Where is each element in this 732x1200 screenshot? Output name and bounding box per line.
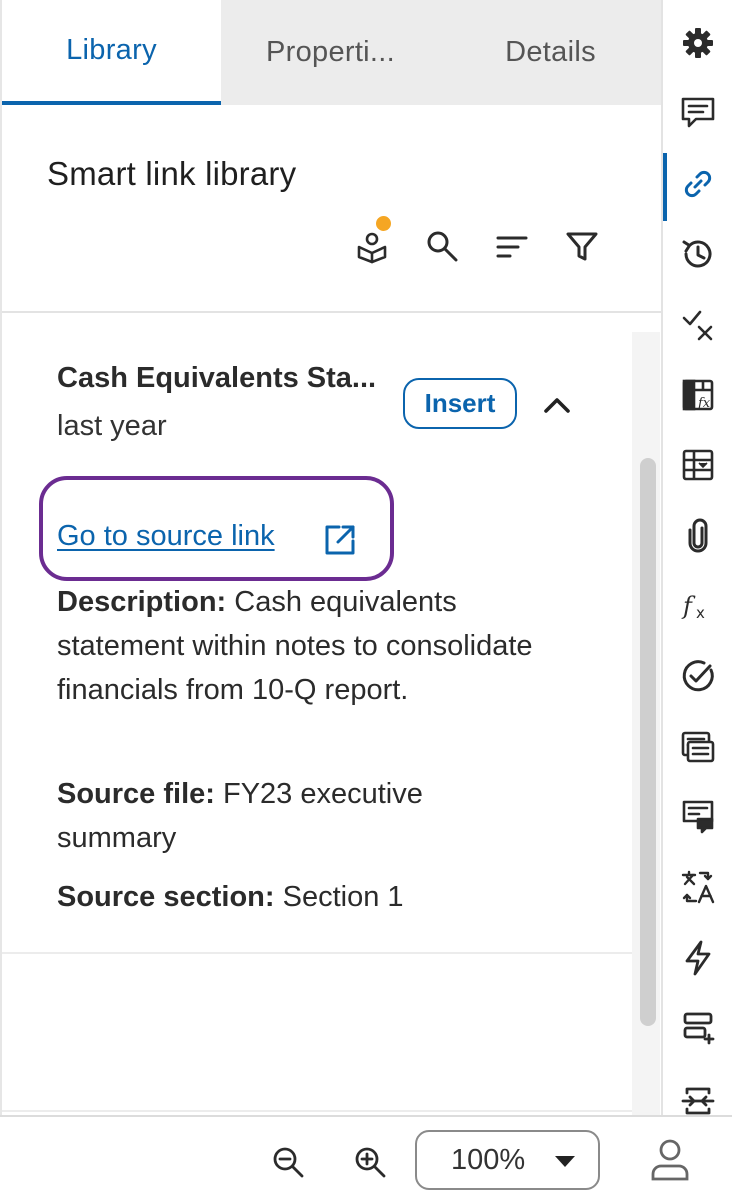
source-section-paragraph: Source section: Section 1 <box>57 875 577 919</box>
sort-button[interactable] <box>492 226 532 266</box>
header-divider <box>2 311 661 313</box>
tab-details[interactable]: Details <box>440 0 661 105</box>
check-cross-icon <box>681 307 715 341</box>
zoom-level-select[interactable]: 100% <box>415 1130 600 1190</box>
source-file-label: Source file: <box>57 778 215 810</box>
library-notification-button[interactable] <box>352 216 392 266</box>
source-file-paragraph: Source file: FY23 executive summary <box>57 772 477 860</box>
rail-settings-button[interactable] <box>663 10 732 76</box>
rail-table-formula-button[interactable]: fx <box>663 362 732 428</box>
smart-link-subtitle: last year <box>57 410 167 442</box>
insert-row-icon <box>681 1011 715 1045</box>
tab-details-label: Details <box>505 36 596 68</box>
tab-library[interactable]: Library <box>2 0 221 105</box>
filter-button[interactable] <box>562 226 602 266</box>
go-to-source-link[interactable]: Go to source link <box>57 520 275 553</box>
item-divider <box>2 952 632 954</box>
svg-text:x: x <box>696 604 705 622</box>
source-section-label: Source section: <box>57 881 275 913</box>
rail-formula-button[interactable]: f x <box>663 573 732 639</box>
rail-history-button[interactable] <box>663 221 732 287</box>
library-notification-icon <box>354 228 390 264</box>
external-link-button[interactable] <box>323 523 357 557</box>
sort-icon <box>494 228 530 264</box>
formula-icon: f x <box>680 589 716 623</box>
rail-smart-link-button[interactable] <box>663 151 732 221</box>
zoom-in-button[interactable] <box>350 1142 390 1182</box>
search-icon <box>424 228 460 264</box>
svg-text:fx: fx <box>697 396 711 411</box>
chevron-up-icon <box>542 395 572 415</box>
table-dropdown-icon <box>681 448 715 482</box>
source-section-text: Section 1 <box>274 881 404 913</box>
rail-attachments-button[interactable] <box>663 503 732 569</box>
check-circle-icon <box>680 658 716 694</box>
rail-tasks-button[interactable] <box>663 643 732 709</box>
rail-table-dropdown-button[interactable] <box>663 432 732 498</box>
comment-doc-icon <box>681 799 715 835</box>
tab-properties[interactable]: Properti... <box>221 0 440 105</box>
lightning-icon <box>683 940 713 976</box>
link-icon <box>682 168 714 200</box>
insert-button[interactable]: Insert <box>403 378 517 429</box>
search-button[interactable] <box>422 226 462 266</box>
tab-library-label: Library <box>66 34 157 66</box>
history-icon <box>680 236 716 272</box>
zoom-out-button[interactable] <box>268 1142 308 1182</box>
smart-link-title: Cash Equivalents Sta... <box>57 362 377 394</box>
zoom-in-icon <box>353 1145 387 1179</box>
fit-width-icon <box>680 1084 716 1118</box>
gear-icon <box>681 26 715 60</box>
external-link-icon <box>323 523 357 557</box>
rail-list-card-button[interactable] <box>663 714 732 780</box>
rail-doc-comment-button[interactable] <box>663 784 732 850</box>
svg-text:f: f <box>681 592 696 620</box>
translate-icon <box>680 869 716 905</box>
description-label: Description: <box>57 586 227 618</box>
rail-review-button[interactable] <box>663 291 732 357</box>
caret-down-icon <box>555 1156 575 1167</box>
smart-link-panel: Library Properti... Details Smart link l… <box>0 0 661 1115</box>
comments-icon <box>680 96 716 130</box>
notification-dot <box>376 216 391 231</box>
scrollbar-thumb[interactable] <box>640 458 656 1026</box>
user-account-button[interactable] <box>648 1135 692 1185</box>
user-icon <box>650 1138 690 1182</box>
rail-comments-button[interactable] <box>663 80 732 146</box>
zoom-out-icon <box>271 1145 305 1179</box>
bottom-bar: 100% <box>0 1115 732 1200</box>
zoom-level-value: 100% <box>451 1143 526 1176</box>
tool-rail: fx f x <box>661 0 732 1115</box>
tab-properties-label: Properti... <box>265 36 395 68</box>
library-title: Smart link library <box>47 155 297 192</box>
list-card-icon <box>680 730 716 764</box>
panel-tabs: Library Properti... Details <box>2 0 661 105</box>
collapse-button[interactable] <box>538 386 576 424</box>
paperclip-icon <box>683 518 713 554</box>
list-end-divider <box>2 1110 632 1112</box>
table-formula-icon: fx <box>681 378 715 412</box>
rail-insert-row-button[interactable] <box>663 995 732 1061</box>
filter-icon <box>564 228 600 264</box>
description-paragraph: Description: Cash equivalents statement … <box>57 580 537 712</box>
rail-translate-button[interactable] <box>663 854 732 920</box>
rail-automation-button[interactable] <box>663 925 732 991</box>
